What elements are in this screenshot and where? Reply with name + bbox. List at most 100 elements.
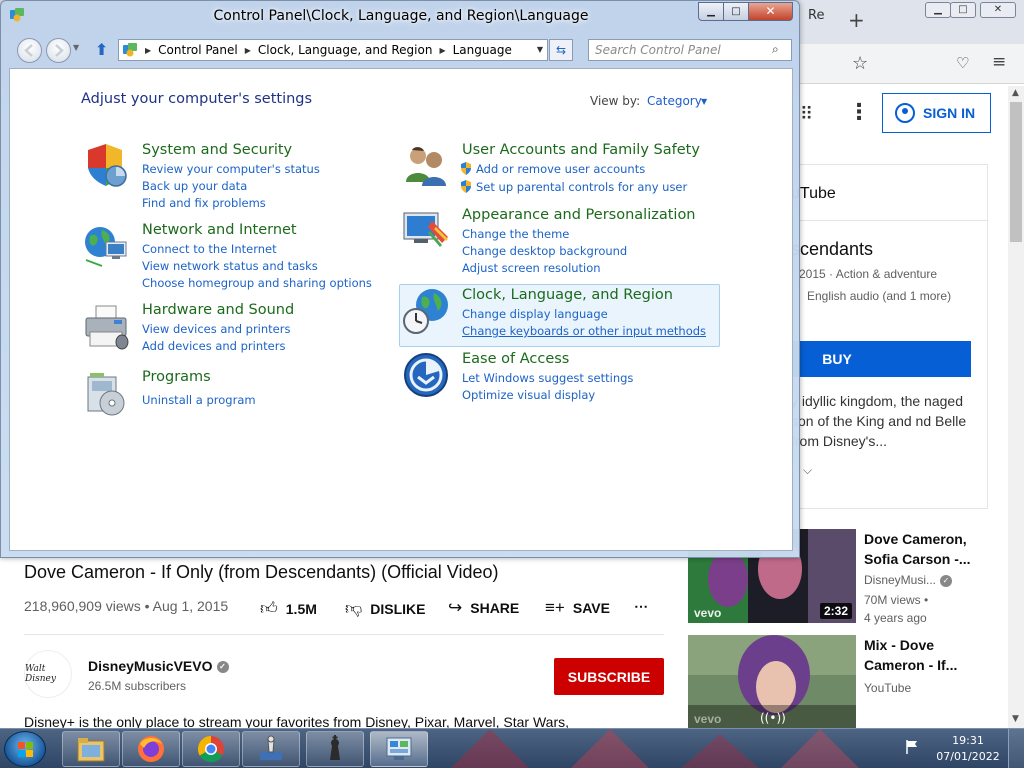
video-channel[interactable]: YouTube (864, 681, 911, 695)
expand-chevron-icon[interactable]: ⌵ (803, 463, 812, 478)
users-icon[interactable] (402, 142, 450, 190)
category-title[interactable]: Network and Internet (142, 222, 297, 238)
link-homegroup-sharing[interactable]: Choose homegroup and sharing options (142, 276, 372, 290)
link-find-fix-problems[interactable]: Find and fix problems (142, 196, 266, 210)
breadcrumb-control-panel[interactable]: Control Panel (158, 43, 238, 57)
subscribe-button[interactable]: SUBSCRIBE (554, 658, 664, 695)
link-change-keyboards[interactable]: Change keyboards or other input methods (462, 324, 706, 338)
programs-icon[interactable] (82, 369, 130, 417)
breadcrumb-clock-language-region[interactable]: Clock, Language, and Region (258, 43, 433, 57)
clock-date[interactable]: 07/01/2022 (936, 750, 1000, 763)
up-arrow-icon[interactable]: ⬆ (95, 40, 108, 59)
channel-avatar[interactable]: Walt Disney (24, 650, 72, 698)
category-title[interactable]: Appearance and Personalization (462, 207, 696, 223)
more-vertical-icon[interactable]: ⋮ (848, 100, 870, 125)
start-button[interactable] (4, 731, 46, 767)
search-icon[interactable]: ⌕ (772, 42, 779, 57)
category-title[interactable]: Programs (142, 369, 211, 385)
category-title[interactable]: User Accounts and Family Safety (462, 142, 700, 158)
minimize-button[interactable]: ▁ (698, 2, 724, 21)
video-thumbnail[interactable]: vevo ((•)) (688, 635, 856, 728)
taskbar-chrome[interactable] (182, 731, 240, 767)
taskbar-chess-titans[interactable] (306, 731, 364, 767)
link-review-status[interactable]: Review your computer's status (142, 162, 320, 176)
channel-name[interactable]: DisneyMusicVEVO ✓ (88, 658, 229, 674)
link-parental-controls[interactable]: Set up parental controls for any user (460, 180, 687, 194)
breadcrumb-separator-icon[interactable]: ▶ (245, 46, 251, 55)
breadcrumb-separator-icon[interactable]: ▶ (145, 46, 151, 55)
browser-minimize-button[interactable]: ▁ (925, 2, 951, 18)
control-panel-icon (123, 43, 137, 57)
back-button[interactable] (17, 38, 42, 63)
view-by-dropdown-arrow-icon[interactable]: ▼ (701, 97, 707, 106)
scroll-up-arrow-icon[interactable]: ▲ (1012, 88, 1019, 98)
forward-button[interactable] (46, 38, 71, 63)
link-uninstall-program[interactable]: Uninstall a program (142, 393, 256, 407)
pocket-icon[interactable]: ♡ (956, 54, 969, 72)
printer-icon[interactable] (82, 302, 130, 350)
browser-close-button[interactable]: ✕ (980, 2, 1016, 18)
appearance-monitor-icon[interactable] (402, 207, 450, 255)
taskbar-chess-app[interactable] (242, 731, 300, 767)
recent-pages-dropdown-icon[interactable]: ▼ (73, 43, 79, 52)
network-globe-icon[interactable] (82, 222, 130, 270)
dislike-button[interactable]: 👎︎ DISLIKE (345, 598, 426, 619)
link-network-status[interactable]: View network status and tasks (142, 259, 318, 273)
apps-grid-icon[interactable]: ⠿ (800, 104, 813, 125)
browser-tab[interactable]: Re (808, 8, 824, 23)
breadcrumb-language[interactable]: Language (453, 43, 512, 57)
address-dropdown-icon[interactable]: ▼ (537, 45, 543, 54)
link-windows-suggest-settings[interactable]: Let Windows suggest settings (462, 371, 633, 385)
browser-maximize-button[interactable]: □ (950, 2, 976, 18)
sign-in-button[interactable]: SIGN IN (882, 93, 991, 133)
save-button[interactable]: ≡+ SAVE (545, 598, 610, 618)
more-actions-button[interactable]: ⋯ (634, 598, 648, 615)
clock-globe-icon[interactable] (402, 287, 450, 335)
scrollbar-thumb[interactable] (1010, 102, 1022, 242)
breadcrumb-separator-icon[interactable]: ▶ (439, 46, 445, 55)
address-bar[interactable]: ▶ Control Panel ▶ Clock, Language, and R… (118, 39, 548, 61)
refresh-button[interactable]: ⇆ (549, 39, 573, 61)
hamburger-menu-icon[interactable]: ≡ (992, 52, 1006, 72)
buy-button[interactable]: BUY (791, 341, 971, 377)
category-title[interactable]: Ease of Access (462, 351, 569, 367)
star-icon[interactable]: ☆ (852, 53, 868, 74)
video-views: 70M views • (864, 593, 929, 607)
like-button[interactable]: 👍︎ 1.5M (260, 598, 317, 619)
window-title-bar[interactable]: Control Panel\Clock, Language, and Regio… (1, 1, 801, 35)
link-connect-internet[interactable]: Connect to the Internet (142, 242, 277, 256)
new-tab-button[interactable]: + (848, 8, 865, 32)
link-change-display-language[interactable]: Change display language (462, 307, 608, 321)
shield-icon[interactable] (82, 142, 130, 190)
maximize-button[interactable]: □ (723, 2, 749, 21)
taskbar-control-panel[interactable] (370, 731, 428, 767)
taskbar-file-explorer[interactable] (62, 731, 120, 767)
category-title[interactable]: Hardware and Sound (142, 302, 294, 318)
link-add-devices-printers[interactable]: Add devices and printers (142, 339, 285, 353)
video-title[interactable]: Dove Cameron, Sofia Carson -... (864, 529, 976, 569)
video-title[interactable]: Mix - Dove Cameron - If... (864, 635, 976, 675)
video-channel[interactable]: DisneyMusi... ✓ (864, 573, 953, 587)
recommended-mix[interactable]: vevo ((•)) Mix - Dove Cameron - If... Yo… (688, 635, 1008, 728)
movie-title[interactable]: scendants (791, 239, 873, 260)
ease-of-access-icon[interactable] (402, 351, 450, 399)
page-scrollbar[interactable]: ▲ ▼ (1008, 86, 1024, 728)
link-screen-resolution[interactable]: Adjust screen resolution (462, 261, 601, 275)
link-change-background[interactable]: Change desktop background (462, 244, 627, 258)
search-input[interactable]: Search Control Panel (588, 39, 792, 61)
link-back-up-data[interactable]: Back up your data (142, 179, 247, 193)
clock-time[interactable]: 19:31 (936, 734, 1000, 747)
link-optimize-visual-display[interactable]: Optimize visual display (462, 388, 595, 402)
taskbar-firefox[interactable] (122, 731, 180, 767)
share-button[interactable]: ↪ SHARE (448, 598, 519, 618)
scroll-down-arrow-icon[interactable]: ▼ (1012, 714, 1019, 724)
action-center-flag-icon[interactable] (904, 739, 920, 755)
category-title[interactable]: Clock, Language, and Region (462, 287, 673, 303)
link-change-theme[interactable]: Change the theme (462, 227, 569, 241)
show-desktop-button[interactable] (1008, 729, 1024, 768)
link-add-remove-accounts[interactable]: Add or remove user accounts (460, 162, 645, 176)
link-view-devices-printers[interactable]: View devices and printers (142, 322, 290, 336)
category-title[interactable]: System and Security (142, 142, 292, 158)
close-button[interactable]: ✕ (748, 2, 793, 21)
view-by-dropdown[interactable]: Category (647, 94, 702, 108)
